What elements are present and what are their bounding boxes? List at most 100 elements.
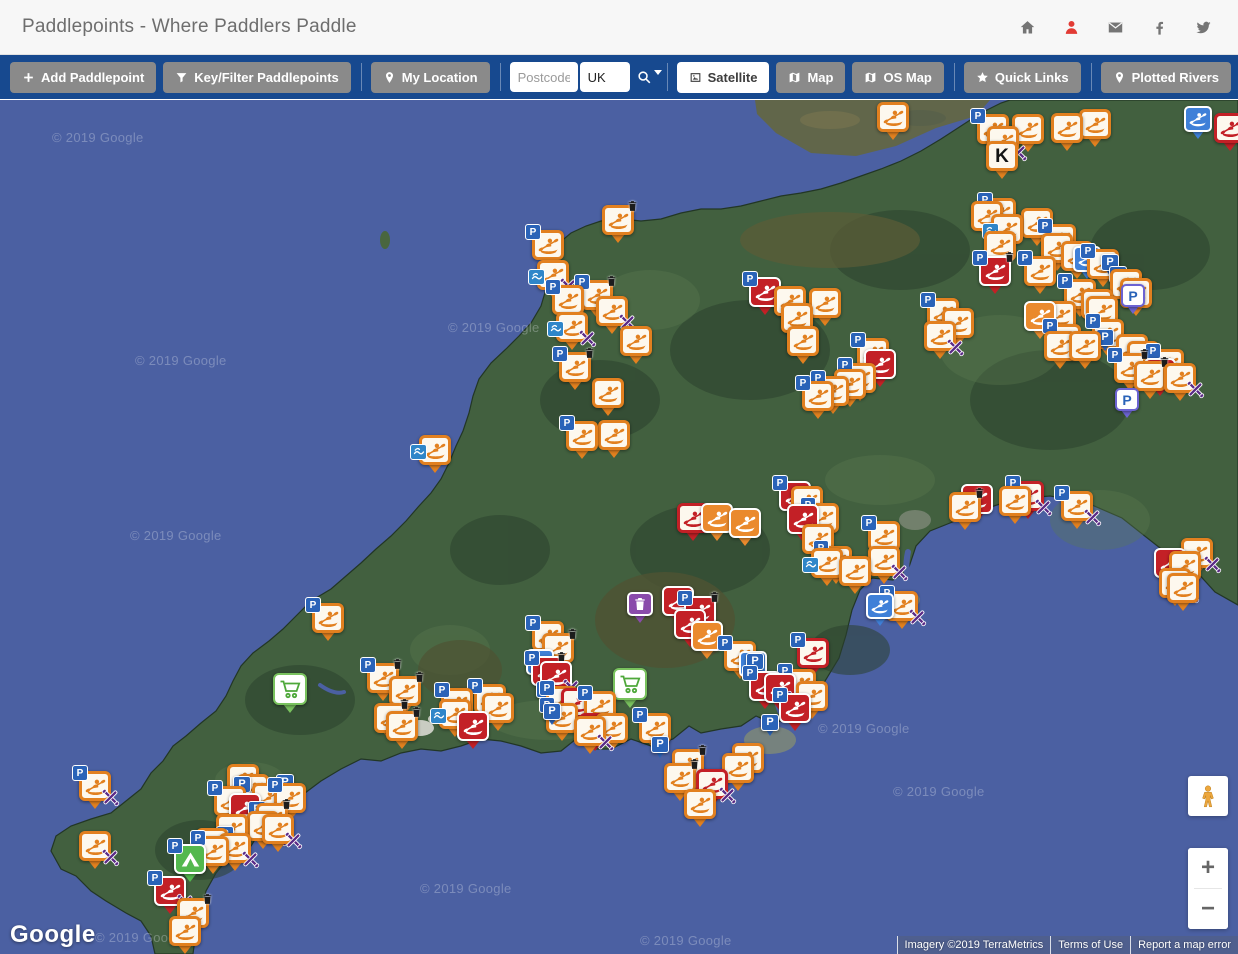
home-icon[interactable] xyxy=(1019,19,1036,36)
terms-of-use-link[interactable]: Terms of Use xyxy=(1050,936,1130,954)
satellite-view-button[interactable]: Satellite xyxy=(677,62,770,93)
map-marker-paddlepoint-red[interactable]: P xyxy=(979,256,1011,294)
os-map-view-button[interactable]: OS Map xyxy=(852,62,943,93)
map-marker-paddlepoint-orange[interactable]: P xyxy=(79,771,111,809)
map-marker-parking-purple[interactable]: P xyxy=(1121,284,1145,314)
marker-pointer xyxy=(88,860,102,869)
marker-pointer xyxy=(555,732,569,741)
marker-glyph xyxy=(809,288,841,318)
map-marker-canoe-club[interactable] xyxy=(1184,106,1212,139)
map-marker-paddlepoint-orange[interactable]: P xyxy=(1024,256,1056,294)
map-marker-canoe-club[interactable] xyxy=(866,593,894,626)
marker-pointer xyxy=(1192,131,1204,139)
user-icon[interactable] xyxy=(1063,19,1080,36)
parking-badge: P xyxy=(545,279,561,295)
os-map-view-label: OS Map xyxy=(883,70,931,85)
parking-badge: P xyxy=(1037,218,1053,234)
map-marker-paddlepoint-orange[interactable] xyxy=(1069,331,1101,369)
key-filter-label: Key/Filter Paddlepoints xyxy=(194,70,338,85)
map-marker-paddlepoint-orange[interactable] xyxy=(684,789,716,827)
zoom-out-button[interactable]: − xyxy=(1188,889,1228,929)
marker-pointer xyxy=(820,577,834,586)
map-marker-paddlepoint-orange[interactable] xyxy=(556,312,588,350)
map-marker-shop[interactable] xyxy=(613,668,647,708)
map-view-button[interactable]: Map xyxy=(776,62,845,93)
map-marker-paddlepoint-orange[interactable] xyxy=(868,546,900,584)
facebook-icon[interactable] xyxy=(1151,19,1168,36)
map-marker-paddlepoint-orange[interactable] xyxy=(386,711,418,749)
street-view-pegman-button[interactable] xyxy=(1188,776,1228,816)
postcode-input[interactable] xyxy=(510,62,578,92)
map-canvas[interactable]: © 2019 Google© 2019 Google© 2019 Google©… xyxy=(0,100,1238,954)
marker-pointer xyxy=(958,521,972,530)
map-marker-paddlepoint-red[interactable]: P xyxy=(779,693,811,731)
marker-pointer xyxy=(886,131,900,140)
parking-badge: P xyxy=(360,657,376,673)
key-filter-button[interactable]: Key/Filter Paddlepoints xyxy=(163,62,350,93)
map-marker-paddlepoint-orange[interactable]: P xyxy=(802,381,834,419)
map-marker-paddlepoint-red-outline[interactable] xyxy=(1214,113,1238,151)
map-marker-paddlepoint-orange[interactable] xyxy=(79,831,111,869)
map-marker-paddlepoint-orange[interactable] xyxy=(839,556,871,594)
map-marker-parking[interactable]: P xyxy=(651,736,669,758)
plotted-rivers-button[interactable]: Plotted Rivers xyxy=(1101,62,1231,93)
map-marker-paddlepoint-orange[interactable] xyxy=(1167,573,1199,611)
marker-pointer xyxy=(88,800,102,809)
map-markers-layer: PPPPPPPPPPPKPPPPPPPPPPPPPPPPPPPPPPPPPPPP… xyxy=(0,100,1238,954)
parking-badge: P xyxy=(524,650,540,666)
marker-pointer xyxy=(611,234,625,243)
map-marker-paddlepoint-orange[interactable] xyxy=(949,492,981,530)
marker-pointer xyxy=(788,722,802,731)
map-marker-parking-purple[interactable]: P xyxy=(1115,388,1139,418)
quick-links-button[interactable]: Quick Links xyxy=(964,62,1081,93)
report-map-error-link[interactable]: Report a map error xyxy=(1130,936,1238,954)
litter-bin-badge xyxy=(566,627,579,641)
map-marker-litter-bin[interactable] xyxy=(627,592,653,623)
map-marker-paddlepoint-orange[interactable] xyxy=(877,102,909,140)
map-marker-paddlepoint-orange-solid[interactable] xyxy=(729,508,761,546)
map-marker-paddlepoint-orange[interactable]: P xyxy=(1061,491,1093,529)
parking-badge: P xyxy=(972,250,988,266)
zoom-in-button[interactable]: + xyxy=(1188,848,1228,888)
map-marker-paddlepoint-orange[interactable]: P xyxy=(559,352,591,390)
map-marker-paddlepoint-orange[interactable] xyxy=(1079,109,1111,147)
marker-glyph xyxy=(1184,106,1212,132)
marker-glyph xyxy=(787,326,819,356)
map-marker-paddlepoint-orange[interactable] xyxy=(787,326,819,364)
marker-glyph xyxy=(999,486,1031,516)
map-marker-parking[interactable]: P xyxy=(543,703,561,725)
map-marker-paddlepoint-orange[interactable] xyxy=(620,326,652,364)
my-location-button[interactable]: My Location xyxy=(371,62,490,93)
mail-icon[interactable] xyxy=(1107,19,1124,36)
country-input[interactable] xyxy=(580,62,630,92)
marker-pointer xyxy=(163,905,177,914)
map-marker-parking[interactable]: P xyxy=(761,714,779,736)
map-marker-paddlepoint-orange[interactable] xyxy=(1164,363,1196,401)
marker-glyph xyxy=(457,711,489,741)
map-marker-paddlepoint-orange[interactable] xyxy=(574,716,606,754)
map-marker-paddlepoint-orange[interactable]: P xyxy=(312,603,344,641)
map-marker-paddlepoint-orange[interactable] xyxy=(602,205,634,243)
map-marker-paddlepoint-orange[interactable] xyxy=(1051,113,1083,151)
map-marker-paddlepoint-orange[interactable] xyxy=(262,814,294,852)
no-paddling-badge xyxy=(101,788,120,807)
map-marker-paddlepoint-orange[interactable]: P xyxy=(566,421,598,459)
twitter-icon[interactable] xyxy=(1195,19,1212,36)
map-marker-paddlepoint-orange[interactable] xyxy=(169,916,201,954)
map-marker-shop[interactable] xyxy=(273,673,307,713)
map-marker-paddlepoint-orange[interactable] xyxy=(592,378,624,416)
add-paddlepoint-button[interactable]: Add Paddlepoint xyxy=(10,62,156,93)
map-marker-letter-k[interactable]: K xyxy=(986,141,1018,179)
map-marker-paddlepoint-red[interactable] xyxy=(457,711,489,749)
marker-glyph xyxy=(592,378,624,408)
no-paddling-badge xyxy=(1083,508,1102,527)
marker-pointer xyxy=(228,862,242,871)
map-marker-paddlepoint-orange[interactable] xyxy=(924,321,956,359)
map-marker-paddlepoint-orange[interactable] xyxy=(809,288,841,326)
map-view-label: Map xyxy=(807,70,833,85)
map-marker-paddlepoint-orange[interactable] xyxy=(598,420,630,458)
imagery-attribution: Imagery ©2019 TerraMetrics xyxy=(897,936,1051,954)
map-marker-paddlepoint-orange[interactable] xyxy=(419,435,451,473)
search-button[interactable] xyxy=(636,69,662,86)
map-marker-paddlepoint-orange[interactable] xyxy=(999,486,1031,524)
